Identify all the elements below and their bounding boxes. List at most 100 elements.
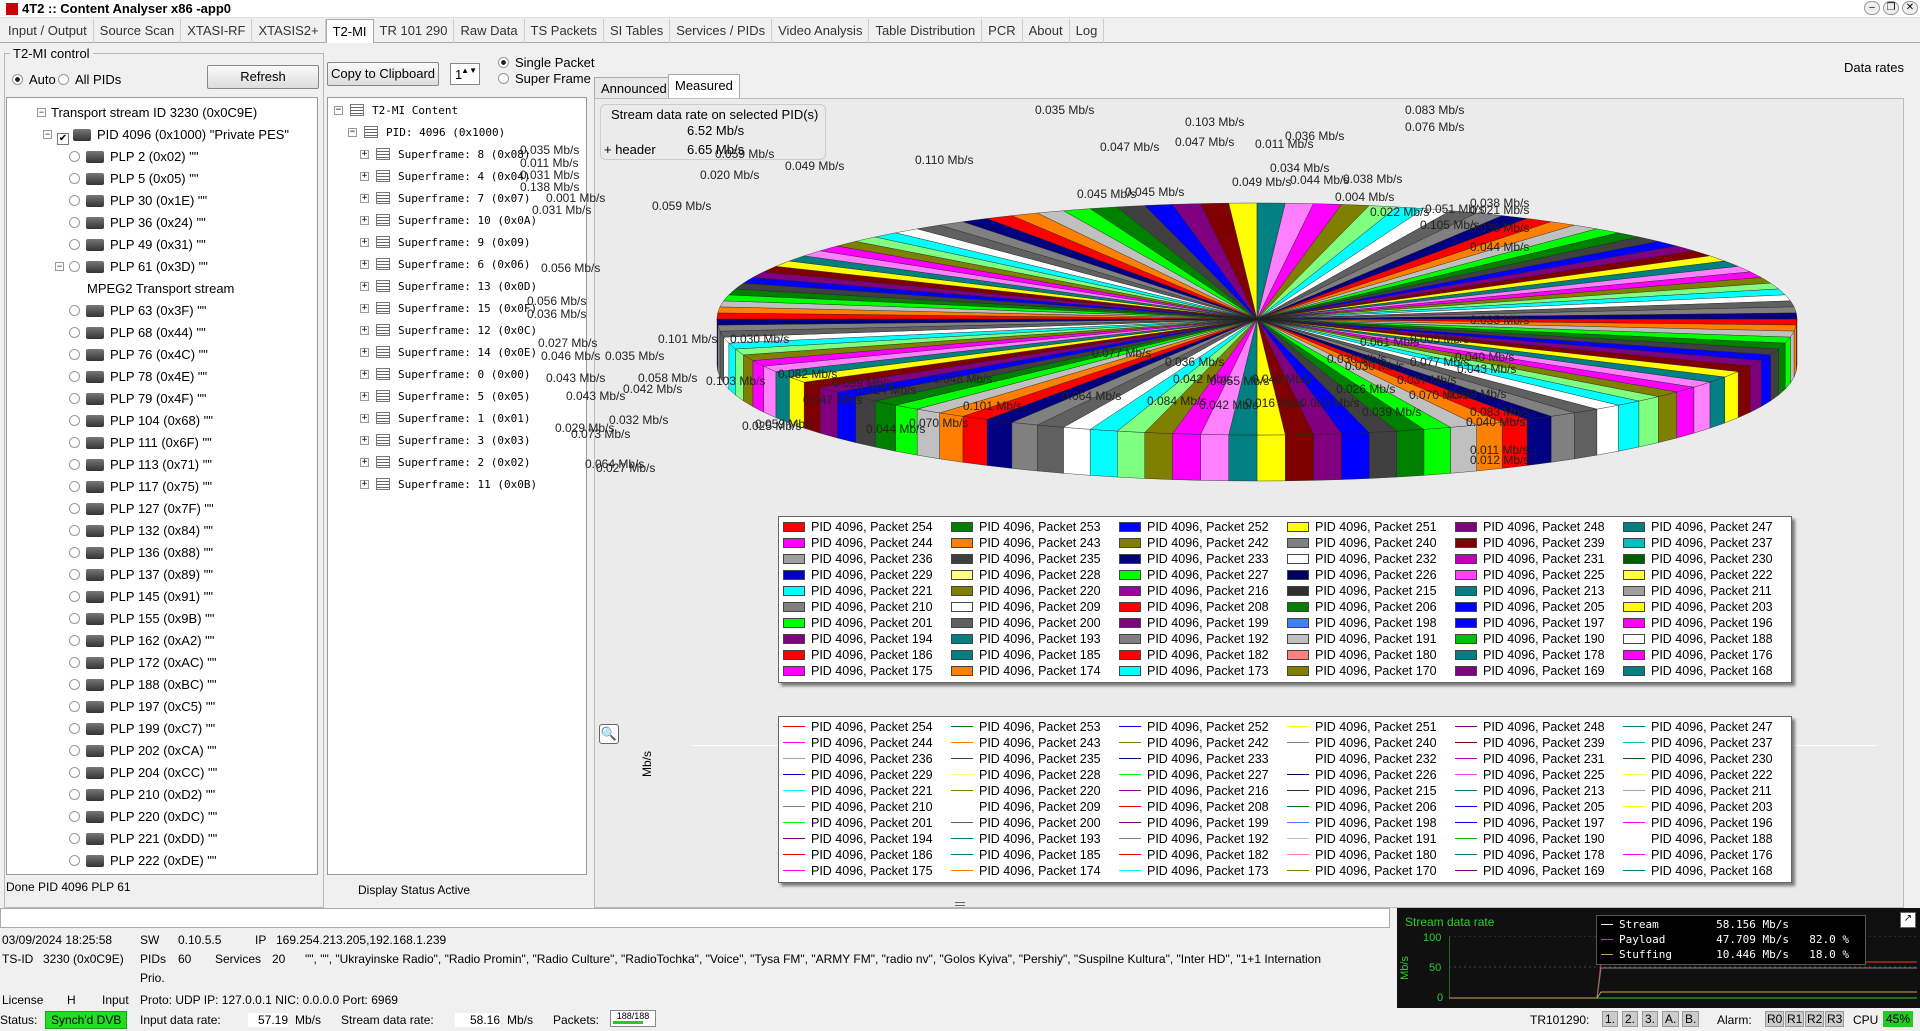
legend-swatch <box>1623 538 1645 548</box>
tr101290-priority-4[interactable]: A. <box>1662 1011 1680 1027</box>
mini-legend-value: 10.446 Mb/s <box>1716 948 1789 961</box>
alarm-r1[interactable]: R1 <box>1785 1011 1805 1027</box>
pie-slice-label: 0.049 Mb/s <box>785 159 845 173</box>
tr101290-priority-2[interactable]: 2. <box>1622 1011 1639 1027</box>
legend-item: PID 4096, Packet 190 <box>1455 831 1623 847</box>
legend-label: PID 4096, Packet 237 <box>1651 536 1773 550</box>
pie-slice-label: 0.020 Mb/s <box>700 168 760 182</box>
legend-item: PID 4096, Packet 192 <box>1119 831 1287 847</box>
legend-label: PID 4096, Packet 188 <box>1651 632 1773 646</box>
packets-label: Packets: <box>553 1013 600 1027</box>
legend-item: PID 4096, Packet 252 <box>1119 519 1287 535</box>
legend-line <box>1287 822 1309 823</box>
legend-label: PID 4096, Packet 205 <box>1483 600 1605 614</box>
legend-item: PID 4096, Packet 216 <box>1119 783 1287 799</box>
pie-slice-label: 0.021 Mb/s <box>1470 203 1530 217</box>
legend-label: PID 4096, Packet 232 <box>1315 752 1437 766</box>
legend-item: PID 4096, Packet 215 <box>1287 783 1455 799</box>
legend-item: PID 4096, Packet 176 <box>1623 647 1791 663</box>
legend-line <box>1623 742 1645 743</box>
legend-swatch <box>1119 650 1141 660</box>
legend-label: PID 4096, Packet 176 <box>1651 648 1773 662</box>
alarm-r2[interactable]: R2 <box>1805 1011 1825 1027</box>
mini-chart-title: Stream data rate <box>1405 915 1495 929</box>
legend-line <box>951 838 973 839</box>
legend-swatch <box>1119 618 1141 628</box>
chart-settings-icon[interactable]: ↗ <box>1900 912 1916 928</box>
pie-side <box>1063 427 1091 476</box>
legend-item: PID 4096, Packet 251 <box>1287 719 1455 735</box>
legend-label: PID 4096, Packet 182 <box>1147 848 1269 862</box>
legend-line <box>951 854 973 855</box>
legend-item: PID 4096, Packet 203 <box>1623 599 1791 615</box>
legend-swatch <box>1623 554 1645 564</box>
legend-line <box>783 870 805 871</box>
legend-item: PID 4096, Packet 253 <box>951 519 1119 535</box>
ytick-100: 100 <box>1423 932 1442 944</box>
pie-slice-label: 0.045 Mb/s <box>1125 185 1185 199</box>
pie-side <box>1750 360 1762 413</box>
pie-slice-label: 0.036 Mb/s <box>1285 129 1345 143</box>
legend-label: PID 4096, Packet 186 <box>811 848 933 862</box>
pie-side <box>1144 432 1173 480</box>
tsid-label: TS-ID <box>2 952 34 966</box>
pie-slice-label: 0.039 Mb/s <box>1362 405 1422 419</box>
cpu-label: CPU <box>1853 1013 1879 1027</box>
legend-swatch <box>1287 570 1309 580</box>
zoom-icon[interactable]: 🔍 <box>599 724 619 744</box>
tr101290-priority-5[interactable]: B. <box>1682 1011 1700 1027</box>
pie-slice-label: 0.035 Mb/s <box>605 349 665 363</box>
legend-label: PID 4096, Packet 200 <box>979 816 1101 830</box>
legend-line <box>783 726 805 727</box>
pie-side <box>717 325 721 378</box>
pie-slice-label: 0.103 Mb/s <box>706 374 766 388</box>
legend-item: PID 4096, Packet 194 <box>783 831 951 847</box>
sync-status-badge: Synch'd DVB <box>45 1011 128 1029</box>
pie-side <box>1724 371 1739 424</box>
legend-line <box>951 822 973 823</box>
legend-item: PID 4096, Packet 203 <box>1623 799 1791 815</box>
legend-item: PID 4096, Packet 176 <box>1623 847 1791 863</box>
legend-swatch <box>783 570 805 580</box>
legend-swatch <box>1119 586 1141 596</box>
splitter-handle[interactable] <box>955 902 965 906</box>
legend-item: PID 4096, Packet 254 <box>783 719 951 735</box>
legend-item: PID 4096, Packet 175 <box>783 663 951 679</box>
services-value: 20 <box>272 952 286 966</box>
legend-line <box>1119 806 1141 807</box>
pie-side <box>986 419 1013 469</box>
legend-label: PID 4096, Packet 174 <box>979 864 1101 878</box>
legend-item: PID 4096, Packet 197 <box>1455 815 1623 831</box>
legend-item: PID 4096, Packet 180 <box>1287 647 1455 663</box>
legend-line <box>783 838 805 839</box>
legend-label: PID 4096, Packet 208 <box>1147 800 1269 814</box>
alarm-r0[interactable]: R0 <box>1765 1011 1785 1027</box>
pie-side <box>1676 386 1695 439</box>
legend-item: PID 4096, Packet 221 <box>783 583 951 599</box>
pie-slice-label: 0.110 Mb/s <box>915 153 974 167</box>
mini-legend-name: Stream <box>1619 918 1659 931</box>
legend-label: PID 4096, Packet 169 <box>1483 664 1605 678</box>
legend-label: PID 4096, Packet 243 <box>979 736 1101 750</box>
legend-label: PID 4096, Packet 248 <box>1483 520 1605 534</box>
alarm-r3[interactable]: R3 <box>1825 1011 1845 1027</box>
pie-legend: PID 4096, Packet 254 PID 4096, Packet 253… <box>778 516 1792 683</box>
legend-item: PID 4096, Packet 236 <box>783 551 951 567</box>
legend-item: PID 4096, Packet 199 <box>1119 815 1287 831</box>
legend-line <box>951 758 973 759</box>
legend-line <box>1623 758 1645 759</box>
legend-swatch <box>951 554 973 564</box>
legend-swatch <box>1455 618 1477 628</box>
pie-slice-label: 0.036 Mb/s <box>1165 355 1225 369</box>
legend-line <box>1455 806 1477 807</box>
tr101290-priority-3[interactable]: 3. <box>1642 1011 1659 1027</box>
legend-label: PID 4096, Packet 211 <box>1651 584 1772 598</box>
legend-label: PID 4096, Packet 170 <box>1315 664 1437 678</box>
legend-item: PID 4096, Packet 229 <box>783 767 951 783</box>
legend-label: PID 4096, Packet 191 <box>1315 632 1437 646</box>
alarm-label: Alarm: <box>1717 1013 1752 1027</box>
legend-line <box>783 790 805 791</box>
pie-slice-label: 0.059 Mb/s <box>652 199 712 213</box>
legend-label: PID 4096, Packet 231 <box>1483 552 1605 566</box>
tr101290-priority-1[interactable]: 1. <box>1602 1011 1619 1027</box>
